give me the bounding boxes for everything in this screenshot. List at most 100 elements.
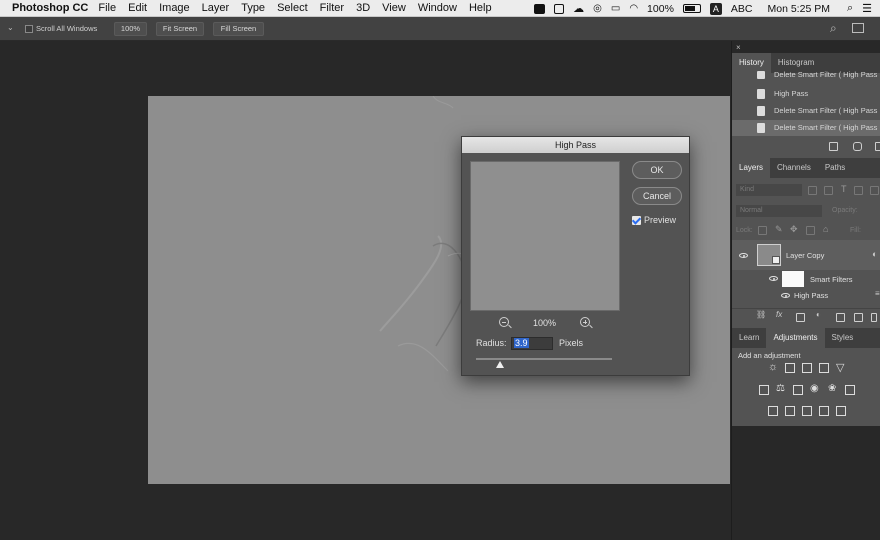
filter-options-icon[interactable]: ≡	[875, 289, 880, 298]
color-lookup-icon[interactable]	[845, 385, 855, 395]
tab-layers[interactable]: Layers	[732, 158, 771, 178]
menu-layer[interactable]: Layer	[202, 2, 230, 14]
history-item-selected[interactable]: Delete Smart Filter ( High Pass	[732, 120, 880, 136]
visibility-eye-icon[interactable]	[739, 253, 748, 258]
exposure-icon[interactable]	[819, 363, 829, 373]
menu-image[interactable]: Image	[159, 2, 190, 14]
menu-select[interactable]: Select	[277, 2, 308, 14]
tab-styles[interactable]: Styles	[825, 328, 861, 348]
spotlight-icon[interactable]: ⌕	[847, 2, 853, 15]
smart-filters-eye-icon[interactable]	[769, 276, 778, 281]
filter-row[interactable]: High Pass ≡	[732, 288, 880, 304]
tab-channels[interactable]: Channels	[770, 158, 818, 178]
menu-3d[interactable]: 3D	[356, 2, 370, 14]
notification-icon[interactable]: ☰	[862, 2, 872, 15]
tool-preset-chevron-icon[interactable]: ⌄	[7, 23, 14, 32]
history-item[interactable]: High Pass	[732, 86, 880, 102]
workspace-icon[interactable]	[852, 23, 864, 33]
cloud-icon[interactable]: ☁	[573, 2, 584, 15]
vibrance-icon[interactable]: ▽	[836, 361, 844, 374]
media-icon[interactable]	[534, 3, 546, 14]
history-item[interactable]: Delete Smart Filter ( High Pass	[732, 71, 880, 81]
lock-all-icon[interactable]: ⌂	[823, 224, 828, 234]
link-layers-icon[interactable]: ⛓	[756, 310, 766, 319]
fill-screen-button[interactable]: Fill Screen	[213, 22, 264, 36]
filter-effects-icon[interactable]: ◐	[872, 249, 877, 259]
dialog-title[interactable]: High Pass	[462, 137, 689, 153]
curves-icon[interactable]	[802, 363, 812, 373]
clock[interactable]: Mon 5:25 PM	[768, 3, 830, 15]
menu-window[interactable]: Window	[418, 2, 457, 14]
snapshot-camera-icon[interactable]	[853, 142, 862, 151]
tab-paths[interactable]: Paths	[818, 158, 852, 178]
new-group-icon[interactable]	[836, 313, 845, 322]
dropbox-icon[interactable]	[554, 3, 565, 14]
lock-image-icon[interactable]: ✎	[775, 224, 783, 235]
filter-preview[interactable]	[470, 161, 620, 311]
threshold-icon[interactable]	[802, 406, 812, 416]
channel-mixer-icon[interactable]: ❀	[828, 383, 836, 394]
lock-position-icon[interactable]: ✥	[790, 224, 798, 235]
layer-row[interactable]: Layer Copy ◐	[732, 240, 880, 270]
battery-icon[interactable]	[682, 4, 701, 13]
wifi-icon[interactable]: ◠	[629, 3, 638, 14]
filter-name[interactable]: High Pass	[794, 291, 828, 300]
lock-transparent-icon[interactable]	[758, 226, 767, 235]
levels-icon[interactable]	[785, 363, 795, 373]
photo-filter-icon[interactable]: ◉	[810, 383, 819, 394]
gradient-map-icon[interactable]	[836, 406, 846, 416]
add-mask-icon[interactable]	[796, 313, 805, 322]
app-menu[interactable]: Photoshop CC	[12, 2, 88, 14]
kind-filter[interactable]: Kind	[736, 184, 802, 196]
menu-help[interactable]: Help	[469, 2, 492, 14]
layer-style-icon[interactable]: fx	[776, 310, 782, 319]
color-balance-icon[interactable]: ⚖	[776, 383, 785, 394]
input-source-icon[interactable]: A	[709, 2, 722, 15]
menu-type[interactable]: Type	[241, 2, 265, 14]
tab-learn[interactable]: Learn	[732, 328, 766, 348]
history-item[interactable]: Delete Smart Filter ( High Pass	[732, 103, 880, 119]
zoom-out-icon[interactable]	[499, 317, 509, 327]
shape-filter-icon[interactable]	[854, 186, 863, 195]
pixel-filter-icon[interactable]	[808, 186, 817, 195]
brightness-contrast-icon[interactable]: ☼	[768, 361, 778, 373]
zoom-100-button[interactable]: 100%	[114, 22, 147, 36]
radius-input[interactable]: 3.9	[511, 337, 553, 350]
filter-eye-icon[interactable]	[781, 293, 790, 298]
new-document-from-state-icon[interactable]	[829, 142, 838, 151]
cancel-button[interactable]: Cancel	[632, 187, 682, 205]
new-layer-icon[interactable]	[854, 313, 863, 322]
menu-file[interactable]: File	[98, 2, 116, 14]
invert-icon[interactable]	[768, 406, 778, 416]
zoom-in-icon[interactable]	[580, 317, 590, 327]
radius-slider-thumb[interactable]	[496, 361, 505, 368]
search-icon[interactable]: ⌕	[830, 21, 837, 36]
delete-layer-icon[interactable]	[871, 313, 877, 322]
adjustment-filter-icon[interactable]	[824, 186, 833, 195]
preview-checkbox[interactable]: Preview	[632, 215, 676, 225]
menu-view[interactable]: View	[382, 2, 406, 14]
tab-adjustments[interactable]: Adjustments	[766, 328, 825, 348]
black-white-icon[interactable]	[793, 385, 803, 395]
adjustment-layer-icon[interactable]: ◐	[816, 310, 821, 319]
smart-filters-row[interactable]: Smart Filters	[732, 270, 880, 288]
close-panel-icon[interactable]: ×	[736, 43, 741, 52]
radius-slider-track[interactable]	[476, 358, 612, 360]
tab-histogram[interactable]: Histogram	[771, 53, 821, 73]
hue-saturation-icon[interactable]	[759, 385, 769, 395]
tab-history[interactable]: History	[732, 53, 771, 73]
fit-screen-button[interactable]: Fit Screen	[156, 22, 204, 36]
target-icon[interactable]: ◎	[593, 3, 602, 14]
lock-artboard-icon[interactable]	[806, 226, 815, 235]
type-filter-icon[interactable]: T	[841, 184, 847, 194]
smart-object-filter-icon[interactable]	[870, 186, 879, 195]
posterize-icon[interactable]	[785, 406, 795, 416]
selective-color-icon[interactable]	[819, 406, 829, 416]
menu-filter[interactable]: Filter	[320, 2, 344, 14]
layer-name[interactable]: Layer Copy	[786, 251, 824, 260]
trash-icon[interactable]	[875, 142, 880, 151]
blend-mode-select[interactable]: Normal	[736, 205, 822, 217]
menu-edit[interactable]: Edit	[128, 2, 147, 14]
ok-button[interactable]: OK	[632, 161, 682, 179]
airplay-icon[interactable]: ▭	[611, 3, 620, 14]
